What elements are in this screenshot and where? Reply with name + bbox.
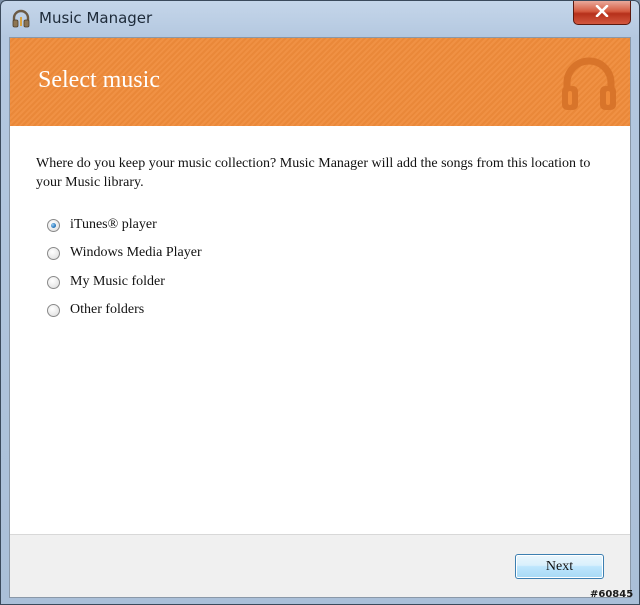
option-label: iTunes® player (70, 217, 157, 232)
close-icon (595, 4, 609, 22)
option-label: My Music folder (70, 274, 165, 289)
option-other-folders[interactable]: Other folders (47, 300, 144, 320)
button-bar: Next (10, 534, 630, 597)
option-itunes[interactable]: iTunes® player (47, 215, 157, 235)
my-music-folder-radio[interactable] (47, 275, 60, 289)
close-button[interactable] (573, 1, 631, 25)
windows-media-player-radio[interactable] (47, 246, 60, 260)
watermark-label: #60845 (590, 589, 634, 600)
dialog-client-area: Select music Where do you keep your musi… (9, 37, 631, 598)
app-headphones-icon (11, 9, 31, 29)
title-bar[interactable]: Music Manager (1, 1, 639, 37)
window-title: Music Manager (39, 9, 153, 27)
option-my-music-folder[interactable]: My Music folder (47, 272, 165, 292)
option-label: Other folders (70, 302, 145, 317)
option-windows-media-player[interactable]: Windows Media Player (47, 243, 202, 263)
header-banner: Select music (10, 38, 630, 126)
headphones-icon (556, 52, 622, 114)
app-window: Music Manager Select music Where do you … (0, 0, 640, 605)
other-folders-radio[interactable] (47, 303, 60, 317)
next-button[interactable]: Next (515, 554, 604, 579)
instructions-text: Where do you keep your music collection?… (36, 156, 591, 190)
page-title: Select music (38, 67, 160, 93)
content-panel: Where do you keep your music collection?… (10, 126, 630, 534)
itunes-radio[interactable] (47, 218, 60, 232)
option-label: Windows Media Player (70, 245, 202, 260)
